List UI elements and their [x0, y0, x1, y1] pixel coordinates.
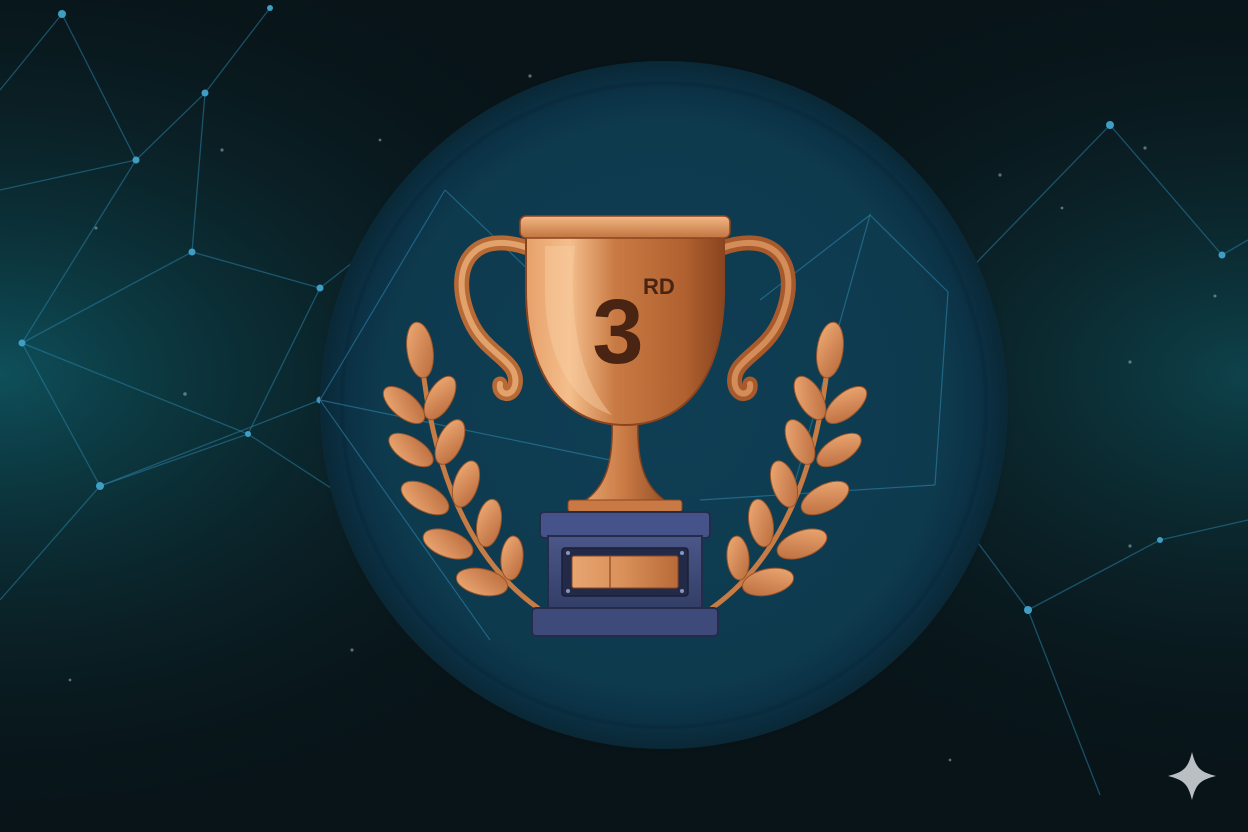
plaque-plate	[571, 555, 679, 589]
pedestal-top	[539, 511, 711, 539]
pedestal-base	[531, 607, 719, 637]
background-canvas: 3 RD	[0, 0, 1248, 832]
trophy-rim	[519, 215, 731, 239]
rank-number: 3	[592, 281, 643, 383]
trophy-pedestal	[531, 511, 719, 637]
award-scene: 3 RD	[0, 0, 1248, 832]
rank-suffix: RD	[643, 274, 675, 299]
trophy-foot	[567, 499, 683, 513]
